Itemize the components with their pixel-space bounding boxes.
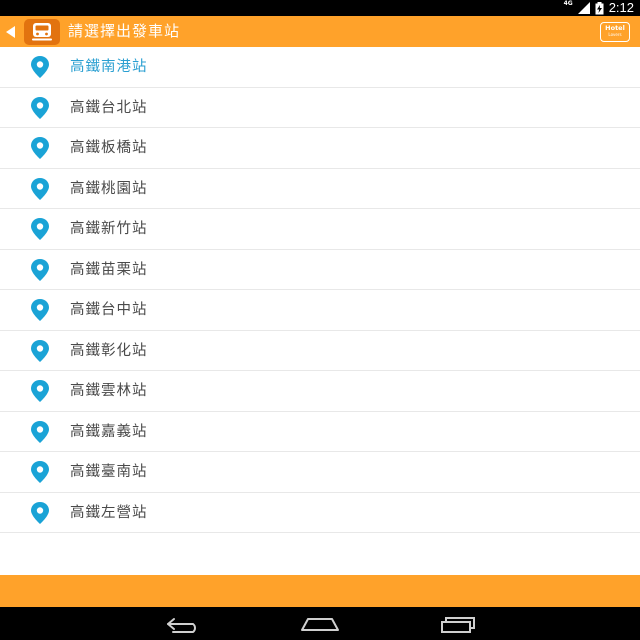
station-name: 高鐵苗栗站 bbox=[70, 261, 148, 278]
station-name: 高鐵台北站 bbox=[70, 99, 148, 116]
station-name: 高鐵台中站 bbox=[70, 302, 148, 318]
location-pin-icon bbox=[30, 218, 50, 240]
nav-recents-icon bbox=[441, 617, 475, 633]
station-name: 高鐵嘉義站 bbox=[70, 423, 148, 440]
nav-recents-button[interactable] bbox=[434, 611, 482, 637]
network-type-label: 4G bbox=[563, 0, 573, 7]
station-item[interactable]: 高鐵嘉義站 bbox=[0, 412, 640, 452]
station-name: 高鐵板橋站 bbox=[70, 140, 148, 156]
station-list: 高鐵南港站高鐵台北站高鐵板橋站高鐵桃園站高鐵新竹站高鐵苗栗站高鐵台中站高鐵彰化站… bbox=[0, 47, 640, 533]
navigation-bar bbox=[0, 607, 640, 640]
station-item[interactable]: 高鐵台北站 bbox=[0, 88, 640, 128]
station-name: 高鐵彰化站 bbox=[70, 342, 148, 359]
station-name: 高鐵南港站 bbox=[70, 59, 148, 75]
station-item[interactable]: 高鐵台中站 bbox=[0, 290, 640, 331]
action-bar: 請選擇出發車站 Hotel Lovers bbox=[0, 16, 640, 47]
nav-back-button[interactable] bbox=[160, 611, 208, 637]
station-name: 高鐵左營站 bbox=[70, 504, 148, 521]
app-logo[interactable] bbox=[24, 19, 60, 45]
station-item[interactable]: 高鐵板橋站 bbox=[0, 128, 640, 169]
station-item[interactable]: 高鐵左營站 bbox=[0, 493, 640, 533]
location-pin-icon bbox=[30, 339, 50, 362]
nav-home-button[interactable] bbox=[296, 611, 344, 637]
station-item[interactable]: 高鐵南港站 bbox=[0, 47, 640, 88]
location-pin-icon bbox=[30, 420, 50, 443]
back-button[interactable] bbox=[4, 24, 16, 40]
station-name: 高鐵新竹站 bbox=[70, 221, 148, 237]
station-name: 高鐵雲林站 bbox=[70, 383, 148, 399]
page-title: 請選擇出發車站 bbox=[68, 22, 181, 40]
bottom-bar bbox=[0, 575, 640, 607]
hotel-button-sub: Lovers bbox=[608, 32, 622, 37]
back-arrow-icon bbox=[5, 26, 15, 38]
location-pin-icon bbox=[30, 137, 50, 159]
location-pin-icon bbox=[30, 56, 50, 78]
nav-home-icon bbox=[301, 618, 339, 631]
station-name: 高鐵臺南站 bbox=[70, 464, 148, 480]
location-pin-icon bbox=[30, 461, 50, 483]
station-item[interactable]: 高鐵雲林站 bbox=[0, 371, 640, 412]
battery-charging-icon bbox=[595, 1, 604, 14]
nav-back-icon bbox=[167, 618, 196, 633]
location-pin-icon bbox=[30, 258, 50, 281]
train-icon bbox=[32, 23, 52, 41]
hotel-button[interactable]: Hotel Lovers bbox=[600, 22, 630, 42]
status-time: 2:12 bbox=[608, 0, 634, 15]
location-pin-icon bbox=[30, 380, 50, 402]
station-item[interactable]: 高鐵臺南站 bbox=[0, 452, 640, 493]
location-pin-icon bbox=[30, 299, 50, 321]
station-item[interactable]: 高鐵苗栗站 bbox=[0, 250, 640, 290]
station-item[interactable]: 高鐵桃園站 bbox=[0, 169, 640, 209]
signal-icon bbox=[577, 2, 590, 14]
station-name: 高鐵桃園站 bbox=[70, 180, 148, 197]
status-icons: 4G 2:12 bbox=[564, 0, 634, 16]
location-pin-icon bbox=[30, 96, 50, 119]
station-item[interactable]: 高鐵彰化站 bbox=[0, 331, 640, 371]
screen: 4G 2:12 請選擇出發車站 Hotel Lovers 高鐵南港站 高鐵台北站… bbox=[0, 0, 640, 640]
station-item[interactable]: 高鐵新竹站 bbox=[0, 209, 640, 250]
location-pin-icon bbox=[30, 177, 50, 200]
hotel-button-label: Hotel bbox=[605, 24, 625, 32]
status-bar: 4G 2:12 bbox=[0, 0, 640, 16]
location-pin-icon bbox=[30, 501, 50, 524]
